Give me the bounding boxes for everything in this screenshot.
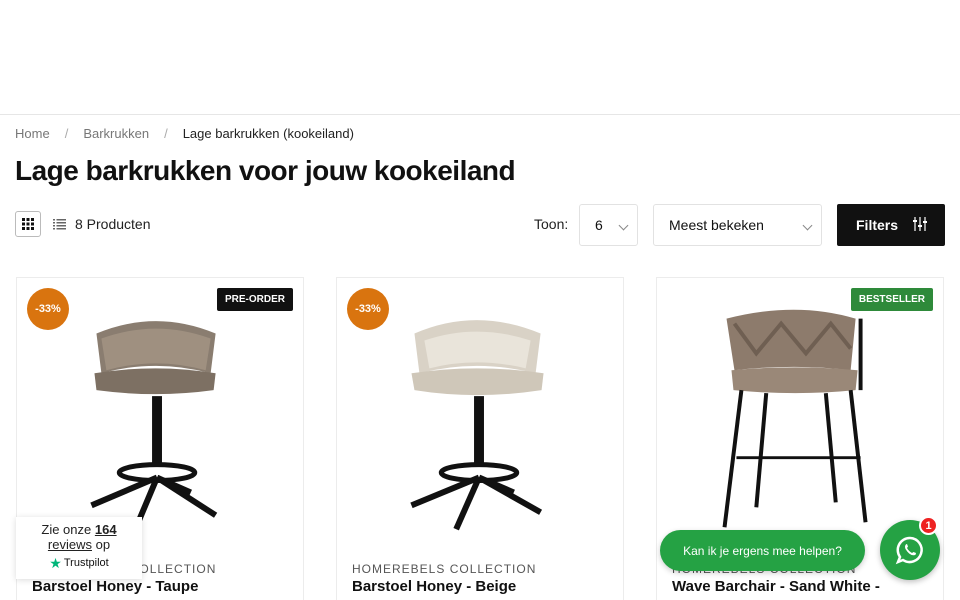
trustpilot-reviews-link[interactable]: reviews <box>48 537 92 552</box>
trustpilot-logo-text: Trustpilot <box>63 557 109 569</box>
trustpilot-op: op <box>95 537 111 552</box>
breadcrumb-separator: / <box>64 126 69 141</box>
product-card[interactable]: -33% HOMEREBELS COLLECTION Barstoel Hone… <box>336 277 624 600</box>
sliders-icon <box>913 217 927 231</box>
bestseller-badge: BESTSELLER <box>850 288 933 311</box>
page-title: Lage barkrukken voor jouw kookeiland <box>15 155 516 186</box>
list-icon <box>52 218 66 229</box>
trustpilot-count[interactable]: 164 <box>95 522 117 537</box>
breadcrumb-home[interactable]: Home <box>15 126 50 141</box>
trustpilot-text: Zie onze <box>41 522 92 537</box>
breadcrumb: Home / Barkrukken / Lage barkrukken (koo… <box>15 126 354 141</box>
trustpilot-logo: ★ Trustpilot <box>16 556 142 571</box>
breadcrumb-separator: / <box>164 126 168 141</box>
product-name[interactable]: Wave Barchair - Sand White - Zithoogte 6… <box>672 577 932 600</box>
breadcrumb-barkrukken[interactable]: Barkrukken <box>83 126 149 141</box>
chevron-down-icon <box>618 220 629 231</box>
discount-badge: -33% <box>347 288 389 330</box>
star-icon: ★ <box>49 555 62 571</box>
trustpilot-widget[interactable]: Zie onze 164 reviews op ★ Trustpilot <box>16 517 142 579</box>
sort-value: Meest bekeken <box>669 217 764 233</box>
product-name[interactable]: Barstoel Honey - Beige <box>352 577 612 597</box>
chevron-down-icon <box>802 220 813 231</box>
notification-badge: 1 <box>919 516 938 535</box>
breadcrumb-current: Lage barkrukken (kookeiland) <box>182 126 354 141</box>
grid-view-button[interactable] <box>15 211 41 237</box>
product-brand: HOMEREBELS COLLECTION <box>352 562 537 576</box>
filters-label: Filters <box>856 217 899 233</box>
per-page-select[interactable]: 6 <box>579 204 638 246</box>
per-page-value: 6 <box>595 217 603 233</box>
product-count: 8 Producten <box>75 216 151 232</box>
product-image[interactable] <box>657 278 943 548</box>
preorder-badge: PRE-ORDER <box>216 288 293 311</box>
list-view-button[interactable] <box>49 211 69 237</box>
chat-prompt-bubble[interactable]: Kan ik je ergens mee helpen? <box>660 530 865 571</box>
product-name[interactable]: Barstoel Honey - Taupe <box>32 577 292 597</box>
whatsapp-icon <box>895 536 923 565</box>
sort-select[interactable]: Meest bekeken <box>653 204 822 246</box>
discount-badge: -33% <box>27 288 69 330</box>
grid-icon <box>22 218 34 230</box>
per-page-label: Toon: <box>534 216 569 232</box>
filters-button[interactable]: Filters <box>837 204 945 246</box>
header-bar <box>0 0 960 115</box>
